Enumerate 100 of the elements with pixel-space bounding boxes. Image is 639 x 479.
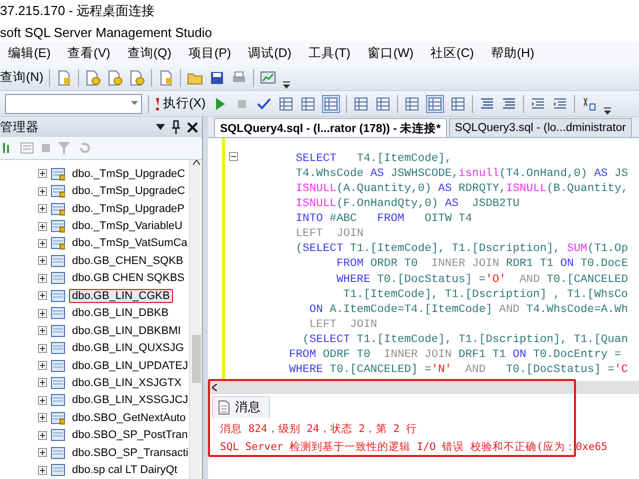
tree-item[interactable]: dbo.GB_LIN_QUXSJG: [69, 341, 187, 356]
expand-icon[interactable]: [38, 291, 47, 300]
execute-button[interactable]: 执行(X): [155, 95, 206, 112]
expand-icon[interactable]: [38, 430, 47, 440]
pin-icon[interactable]: [171, 120, 181, 134]
code-line: (SELECT T1.[ItemCode], T1.[Dscription], T1.[Quan: [302, 332, 628, 348]
expand-icon[interactable]: [38, 222, 47, 231]
grid-icon[interactable]: [300, 96, 316, 112]
exclamation-icon: [155, 96, 160, 110]
expand-icon[interactable]: [38, 344, 47, 353]
tree-item[interactable]: dbo.GB CHEN SQKBS: [69, 271, 188, 286]
tree-item[interactable]: dbo.SBO_SP_Transacti: [69, 446, 192, 460]
tree-item[interactable]: dbo.SBO_GetNextAuto: [69, 410, 189, 425]
tree-item[interactable]: dbo.GB_LIN_UPDATEJ: [69, 358, 191, 373]
check-icon[interactable]: [256, 96, 272, 112]
expand-icon[interactable]: [38, 466, 47, 475]
document-tab[interactable]: SQLQuery4.sql - (l...rator (178)) - 未连接*: [214, 118, 447, 137]
dropdown-caret-icon[interactable]: [156, 124, 165, 130]
expand-icon[interactable]: [38, 396, 47, 405]
chart-icon[interactable]: [260, 70, 276, 86]
code-line: SELECT T4.[ItemCode],: [294, 152, 453, 167]
tree-item[interactable]: dbo._TmSp_UpgradeC: [69, 166, 188, 181]
lines-icon[interactable]: [500, 96, 517, 112]
lines-icon[interactable]: [478, 96, 495, 112]
error-message: SQL Server 检测到基于一致性的逻辑 I/O 错误 校验和不正确(应为：0xe65: [220, 440, 608, 455]
document-icon: [217, 400, 231, 415]
grid-icon[interactable]: [278, 96, 294, 112]
expand-icon[interactable]: [38, 378, 47, 388]
scrollbar-thumb[interactable]: [192, 335, 200, 383]
results-icon[interactable]: [426, 94, 444, 112]
code-line: LEFT JOIN: [294, 227, 365, 242]
expand-icon[interactable]: [38, 169, 47, 178]
expand-icon[interactable]: [38, 448, 47, 458]
code-line: WHERE T0.[DocStatus] ='O' AND T0.[CANCELED: [335, 272, 628, 288]
code-line: WHERE T0.[CANCELED] ='N' AND T0.[DocStatus] ='C: [289, 362, 628, 378]
menu-item[interactable]: 查看(V): [68, 45, 110, 62]
scrollbar[interactable]: [189, 160, 202, 479]
new-query-button[interactable]: 查询(N): [0, 69, 44, 86]
close-icon[interactable]: [187, 122, 198, 132]
document-tab[interactable]: SQLQuery3.sql - (lo...dministrator: [448, 118, 632, 137]
tree-item[interactable]: dbo.sp cal LT DairyQt: [69, 463, 180, 478]
indent-icon[interactable]: [530, 96, 546, 112]
document-icon[interactable]: [56, 70, 72, 86]
code-line: (SELECT T1.[ItemCode], T1.[Dscription], SUM(T1.Op: [294, 242, 628, 258]
menu-item[interactable]: 调试(D): [248, 45, 292, 62]
grid-icon[interactable]: [352, 96, 369, 112]
tree-item[interactable]: dbo._TmSp_UpgradeP: [69, 202, 188, 216]
app-title: soft SQL Server Management Studio: [0, 24, 212, 40]
scroll-up-icon[interactable]: [192, 160, 200, 165]
code-line: INTO #ABC FROM OITW T4: [294, 212, 474, 228]
messages-tab[interactable]: 消息: [212, 396, 270, 418]
expand-icon[interactable]: [38, 413, 47, 422]
code-line: FROM ORDR T0 INNER JOIN RDR1 T1 ON T0.DocE: [335, 257, 628, 272]
expand-icon[interactable]: [38, 238, 47, 248]
results-icon[interactable]: [404, 96, 420, 112]
tree-item[interactable]: dbo.SBO_SP_PostTran: [69, 428, 191, 442]
indent-icon[interactable]: [552, 96, 568, 112]
collapse-icon[interactable]: [229, 152, 238, 161]
expand-icon[interactable]: [38, 256, 47, 266]
tree-item[interactable]: dbo.GB_LIN_DBKBMI: [69, 324, 184, 338]
menu-item[interactable]: 帮助(H): [490, 45, 534, 62]
expand-icon[interactable]: [38, 204, 47, 214]
tree-item[interactable]: dbo._TmSp_VariableU: [69, 219, 186, 234]
dropdown-caret-icon: [131, 100, 138, 104]
tree-item[interactable]: dbo.GB_LIN_DBKB: [69, 306, 172, 320]
tree-item[interactable]: dbo.GB_LIN_XSJGTX: [69, 376, 184, 390]
code-line: ISNULL(F.OnHandQty,0) AS JSDB2TU: [294, 197, 521, 212]
menu-item[interactable]: 窗口(W): [367, 45, 414, 62]
grid-icon[interactable]: [374, 96, 391, 112]
tree-item[interactable]: dbo._TmSp_UpgradeC: [69, 184, 188, 198]
code-line: LEFT JOIN: [308, 318, 378, 333]
code-line: FROM ODRF T0 INNER JOIN DRF1 T1 ON T0.DocEntry =: [289, 348, 622, 363]
tree-item[interactable]: dbo._TmSp_VatSumCa: [69, 236, 190, 250]
results-icon[interactable]: [450, 96, 466, 112]
tree-item[interactable]: dbo.GB_CHEN_SQKB: [69, 254, 186, 268]
menu-item[interactable]: 社区(C): [430, 45, 474, 62]
expand-icon[interactable]: [38, 326, 47, 336]
window-title: 37.215.170 - 远程桌面连接: [0, 2, 155, 20]
scroll-left-icon[interactable]: [212, 384, 217, 391]
code-line: T4.WhsCode AS JSWHSCODE,isnull(T4.OnHand,0) AS JS: [294, 167, 628, 182]
code-line: T1.[ItemCode], T1.[Dscription] , T1.[WhsCo: [342, 288, 628, 303]
expand-icon[interactable]: [38, 361, 47, 370]
expand-icon[interactable]: [38, 308, 47, 318]
expand-icon[interactable]: [38, 186, 47, 196]
save-icon[interactable]: [209, 70, 226, 86]
panel-title: 管理器: [0, 118, 40, 136]
code-line: ISNULL(A.Quantity,0) AS RDRQTY,ISNULL(B.Quantity,: [294, 182, 628, 198]
code-line: ON A.ItemCode=T4.[ItemCode] AND T4.WhsCode=A.Wh: [308, 302, 628, 318]
grid-icon[interactable]: [322, 94, 340, 112]
menu-item[interactable]: 编辑(E): [8, 45, 51, 62]
tree-item[interactable]: dbo.GB_LIN_XSSGJCJ: [69, 393, 192, 408]
tree-item[interactable]: dbo.GB_LIN_CGKB: [69, 288, 173, 303]
error-message: 消息 824，级别 24，状态 2，第 2 行: [220, 422, 418, 437]
document-icon[interactable]: [158, 70, 174, 86]
expand-icon[interactable]: [38, 274, 47, 283]
menu-item[interactable]: 工具(T): [308, 45, 350, 62]
database-dropdown[interactable]: [5, 94, 142, 114]
horizontal-scrollbar[interactable]: [208, 381, 639, 394]
menu-item[interactable]: 查询(Q): [127, 45, 172, 62]
menu-item[interactable]: 项目(P): [188, 45, 232, 62]
